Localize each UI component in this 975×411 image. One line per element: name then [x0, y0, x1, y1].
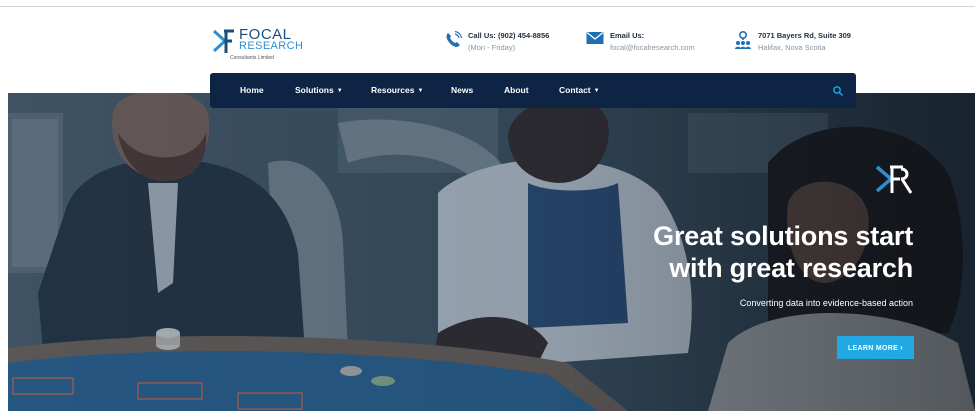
chevron-down-icon: ▼ [593, 88, 600, 94]
nav-item-label: Resources [371, 85, 415, 95]
chevron-right-icon: › [900, 343, 904, 352]
nav-item-news[interactable]: News [451, 73, 473, 108]
hero-tagline: Converting data into evidence-based acti… [739, 298, 913, 308]
chevron-down-icon: ▼ [336, 88, 343, 94]
email-label: Email Us: [610, 31, 645, 40]
address-street: 7071 Bayers Rd, Suite 309 [758, 31, 851, 40]
search-icon[interactable] [832, 85, 844, 97]
contact-phone: Call Us: (902) 454-8856 (Mon - Friday) [444, 29, 574, 59]
hero-headline-line-2: with great research [669, 253, 913, 283]
focal-research-logo[interactable]: FOCAL RESEARCH Consultants Limited [212, 25, 303, 61]
learn-more-label: LEARN MORE [847, 345, 899, 352]
chevron-down-icon: ▼ [417, 88, 424, 94]
contact-email: Email Us: focal@focalresearch.com [586, 29, 716, 59]
nav-item-label: Contact [559, 85, 591, 95]
nav-item-label: Home [240, 85, 264, 95]
envelope-icon [586, 31, 604, 44]
logo-text-research: RESEARCH [239, 40, 304, 52]
hero-banner: Great solutions start with great researc… [8, 93, 975, 411]
nav-item-label: News [451, 85, 474, 95]
hero-logo-mark-icon [875, 165, 913, 194]
nav-item-home[interactable]: Home [240, 73, 264, 108]
nav-item-resources[interactable]: Resources ▼ [371, 73, 423, 108]
logo-mark-icon [212, 29, 234, 53]
learn-more-button[interactable]: LEARN MORE › [837, 336, 914, 359]
location-people-icon [735, 31, 751, 49]
phone-icon [446, 31, 462, 47]
nav-item-about[interactable]: About [504, 73, 529, 108]
nav-item-contact[interactable]: Contact ▼ [559, 73, 600, 108]
email-address[interactable]: focal@focalresearch.com [610, 43, 695, 52]
nav-item-solutions[interactable]: Solutions ▼ [295, 73, 343, 108]
main-navigation: Home Solutions ▼ Resources ▼ News About Co… [210, 73, 856, 108]
logo-text-consultants: Consultants Limited [230, 55, 274, 61]
contact-address: 7071 Bayers Rd, Suite 309 Halifax, Nova … [734, 29, 874, 59]
phone-label[interactable]: Call Us: (902) 454-8856 [468, 31, 549, 40]
nav-item-label: About [504, 85, 529, 95]
address-city: Halifax, Nova Scotia [758, 43, 826, 52]
hero-headline-line-1: Great solutions start [653, 221, 913, 251]
nav-item-label: Solutions [295, 85, 334, 95]
phone-hours: (Mon - Friday) [468, 43, 516, 52]
hero-headline: Great solutions start with great researc… [513, 220, 913, 284]
